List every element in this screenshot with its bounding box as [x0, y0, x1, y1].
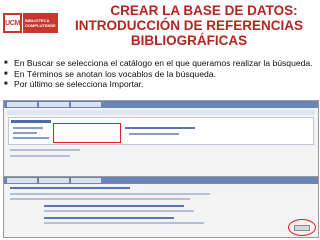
form-row: [13, 137, 49, 139]
results-heading: [10, 187, 130, 189]
instruction-list: En Buscar se selecciona el catálogo en e…: [4, 58, 318, 90]
ucm-logo-mark: UCM: [3, 13, 23, 33]
title-line1: CREAR LA BASE DE DATOS:: [110, 3, 298, 18]
instruction-item-buscar: En Buscar se selecciona el catálogo en e…: [4, 58, 318, 69]
screenshot-tab: [39, 102, 69, 107]
screenshot-tab: [39, 178, 69, 183]
screenshot-link: [10, 155, 70, 157]
slide-title: CREAR LA BASE DE DATOS: INTRODUCCIÓN DE …: [60, 3, 318, 48]
form-row: [13, 127, 43, 129]
results-row: [10, 198, 190, 200]
results-screenshot: [3, 176, 319, 238]
screenshot-tab: [71, 102, 101, 107]
screenshot-tabbar: [4, 101, 318, 108]
form-row: [13, 132, 37, 134]
instruction-item-terminos: En Términos se anotan los vocablos de la…: [4, 69, 318, 80]
library-logo: UCM BIBLIOTECA COMPLUTENSE: [3, 3, 58, 43]
search-form-screenshot: [3, 100, 319, 184]
terms-field: [129, 133, 179, 135]
title-line2: INTRODUCCIÓN DE REFERENCIAS: [74, 18, 303, 33]
highlight-circle: [288, 219, 316, 236]
results-row: [44, 210, 194, 212]
results-row: [10, 193, 210, 195]
catalog-field: [125, 127, 195, 129]
results-row: [44, 222, 204, 224]
title-line3: BIBLIOGRÁFICAS: [130, 33, 248, 48]
screenshot-tabbar: [4, 177, 318, 184]
results-row: [44, 205, 184, 207]
screenshot-tab: [71, 178, 101, 183]
screenshot-tab: [7, 178, 37, 183]
logo-text-line2: COMPLUTENSE: [25, 23, 56, 28]
logo-text: BIBLIOTECA COMPLUTENSE: [23, 13, 58, 33]
instruction-item-importar: Por último se selecciona Importar.: [4, 79, 318, 90]
results-row: [44, 217, 174, 219]
screenshot-tab: [7, 102, 37, 107]
screenshot-header: [7, 110, 315, 115]
screenshot-search-section: [8, 117, 314, 145]
screenshot-link: [10, 149, 80, 151]
highlight-box: [53, 123, 121, 143]
section-heading-bar: [11, 120, 51, 123]
